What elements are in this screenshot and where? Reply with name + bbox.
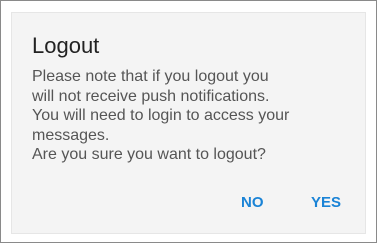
no-button[interactable]: NO [239,189,266,217]
logout-dialog: Logout Please note that if you logout yo… [11,12,366,234]
screenshot-frame: Logout Please note that if you logout yo… [0,0,377,243]
yes-button[interactable]: YES [309,189,343,217]
dialog-message: Please note that if you logout you will … [32,68,290,163]
dialog-title: Logout [32,33,100,58]
